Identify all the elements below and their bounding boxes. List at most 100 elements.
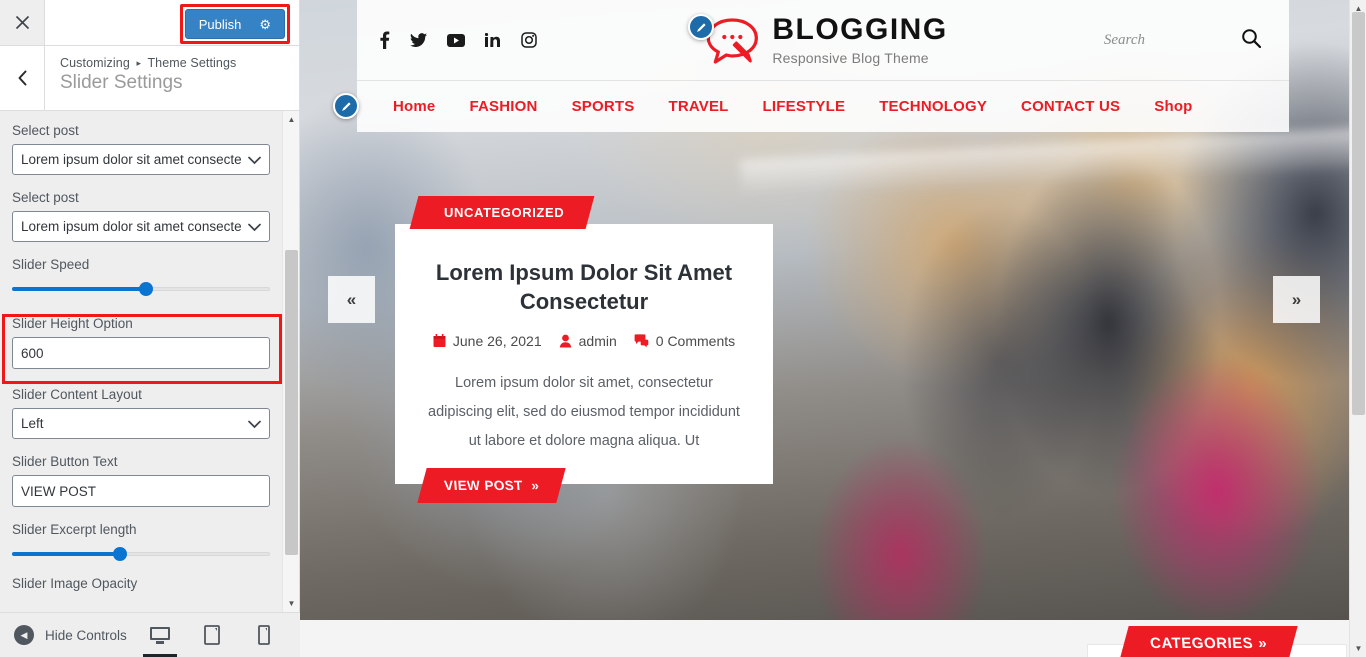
slider-button-text-input[interactable]	[12, 475, 270, 507]
slide-date: June 26, 2021	[433, 333, 542, 349]
publish-button[interactable]: Publish ⚙	[184, 9, 285, 39]
select-post-dropdown-1[interactable]: Lorem ipsum dolor sit amet consecte	[12, 144, 270, 175]
select-post-dropdown-2[interactable]: Lorem ipsum dolor sit amet consecte	[12, 211, 270, 242]
control-label: Select post	[12, 123, 79, 138]
chevron-down-icon	[248, 219, 261, 234]
slide-title[interactable]: Lorem Ipsum Dolor Sit Amet Consectetur	[421, 258, 747, 316]
header-search: Search	[1104, 28, 1265, 53]
nav-item-contact-us[interactable]: CONTACT US	[1021, 98, 1120, 115]
breadcrumb-root[interactable]: Customizing	[60, 56, 130, 70]
collapse-left-icon: ◀	[14, 625, 34, 645]
control-label: Slider Excerpt length	[12, 522, 137, 537]
comment-icon	[634, 334, 649, 348]
nav-item-sports[interactable]: SPORTS	[572, 98, 635, 115]
control-image-opacity: Slider Image Opacity	[12, 576, 287, 591]
range-fill	[12, 287, 147, 291]
breadcrumb: Customizing ▸ Theme Settings	[60, 56, 236, 70]
site-header: BLOGGING Responsive Blog Theme Search Ho…	[357, 0, 1289, 132]
nav-item-lifestyle[interactable]: LIFESTYLE	[763, 98, 846, 115]
slide-meta: June 26, 2021 admin 0 Comments	[421, 333, 747, 349]
search-input[interactable]: Search	[1104, 32, 1145, 49]
preview-scrollbar[interactable]: ▲ ▼	[1349, 0, 1366, 657]
view-post-inner: VIEW POST »	[441, 478, 541, 493]
preview-scrollbar-thumb[interactable]	[1352, 12, 1365, 415]
nav-item-shop[interactable]: Shop	[1154, 98, 1192, 115]
instagram-icon[interactable]	[521, 32, 537, 48]
breadcrumb-parent[interactable]: Theme Settings	[147, 56, 236, 70]
slider-height-input[interactable]	[12, 337, 270, 369]
close-icon[interactable]	[0, 0, 45, 45]
mobile-icon[interactable]	[247, 613, 281, 657]
publish-label: Publish	[198, 16, 242, 32]
slide-category-badge[interactable]: UNCATEGORIZED	[409, 196, 595, 229]
slider-excerpt-range[interactable]	[12, 543, 270, 561]
search-icon[interactable]	[1241, 28, 1262, 53]
control-button-text: Slider Button Text	[12, 454, 287, 507]
control-label: Slider Button Text	[12, 454, 118, 469]
site-tagline: Responsive Blog Theme	[772, 49, 929, 66]
slide-author-label: admin	[578, 333, 617, 350]
nav-item-travel[interactable]: TRAVEL	[668, 98, 728, 115]
control-label: Select post	[12, 190, 79, 205]
facebook-icon[interactable]	[379, 31, 390, 49]
slide-comments: 0 Comments	[634, 333, 735, 349]
select-value: Left	[21, 416, 44, 431]
customizer-topbar: Publish ⚙	[0, 0, 299, 46]
pencil-edit-icon-nav[interactable]	[333, 93, 359, 119]
control-select-post-1: Select post Lorem ipsum dolor sit amet c…	[12, 123, 287, 175]
header-top-bar: BLOGGING Responsive Blog Theme Search	[357, 0, 1289, 80]
chevron-double-right-icon: »	[1255, 635, 1269, 652]
slider-speed-range[interactable]	[12, 278, 270, 296]
control-label: Slider Image Opacity	[12, 576, 138, 591]
scroll-down-icon[interactable]: ▼	[1350, 640, 1366, 657]
customizer-footer: ◀ Hide Controls	[0, 612, 300, 657]
linkedin-icon[interactable]	[485, 33, 501, 47]
categories-inner: CATEGORIES »	[1148, 635, 1269, 652]
youtube-icon[interactable]	[447, 33, 465, 47]
pencil-edit-icon-header[interactable]	[688, 14, 714, 40]
control-label: Slider Content Layout	[12, 387, 142, 402]
twitter-icon[interactable]	[410, 32, 427, 48]
hide-controls-button[interactable]: ◀ Hide Controls	[0, 625, 127, 645]
range-thumb[interactable]	[139, 282, 154, 296]
primary-navigation: Home FASHION SPORTS TRAVEL LIFESTYLE TEC…	[357, 80, 1289, 132]
tablet-icon[interactable]	[195, 613, 229, 657]
nav-item-fashion[interactable]: FASHION	[469, 98, 537, 115]
view-post-label: VIEW POST	[441, 478, 525, 493]
gear-icon[interactable]: ⚙	[259, 18, 271, 31]
slide-category-label: UNCATEGORIZED	[444, 205, 565, 220]
social-links	[379, 31, 537, 49]
range-thumb[interactable]	[113, 547, 128, 561]
slide-excerpt: Lorem ipsum dolor sit amet, consectetur …	[428, 375, 740, 450]
desktop-icon[interactable]	[143, 613, 177, 657]
select-value: Lorem ipsum dolor sit amet consecte	[21, 219, 242, 234]
page-title: Slider Settings	[60, 72, 183, 93]
select-value: Lorem ipsum dolor sit amet consecte	[21, 152, 242, 167]
scroll-down-icon[interactable]: ▼	[283, 595, 300, 612]
slide-comments-label: 0 Comments	[655, 333, 736, 350]
control-slider-speed: Slider Speed	[12, 257, 287, 296]
customizer-controls: Select post Lorem ipsum dolor sit amet c…	[0, 111, 299, 612]
nav-item-technology[interactable]: TECHNOLOGY	[879, 98, 987, 115]
breadcrumb-separator-icon: ▸	[136, 58, 142, 68]
site-title: BLOGGING	[772, 12, 948, 46]
device-preview-buttons	[143, 613, 300, 657]
sidebar-scrollbar-thumb[interactable]	[285, 250, 298, 555]
control-label: Slider Speed	[12, 257, 90, 272]
slider-prev-arrow[interactable]: «	[328, 276, 375, 323]
scroll-up-icon[interactable]: ▲	[283, 111, 300, 128]
site-title-block: BLOGGING Responsive Blog Theme	[772, 12, 948, 66]
categories-widget-title[interactable]: CATEGORIES »	[1119, 626, 1298, 657]
slide-view-post-button[interactable]: VIEW POST »	[417, 468, 566, 503]
publish-highlight: Publish ⚙	[179, 4, 290, 44]
slide-author: admin	[559, 333, 617, 349]
slider-next-arrow[interactable]: »	[1273, 276, 1320, 323]
control-select-post-2: Select post Lorem ipsum dolor sit amet c…	[12, 190, 287, 242]
nav-item-home[interactable]: Home	[393, 98, 435, 115]
back-button[interactable]	[0, 46, 45, 110]
sidebar-scrollbar[interactable]: ▲ ▼	[282, 111, 299, 612]
chevron-double-right-icon: »	[528, 478, 541, 493]
hide-controls-label: Hide Controls	[45, 627, 127, 643]
control-excerpt-length: Slider Excerpt length	[12, 522, 287, 561]
slider-content-layout-dropdown[interactable]: Left	[12, 408, 270, 439]
